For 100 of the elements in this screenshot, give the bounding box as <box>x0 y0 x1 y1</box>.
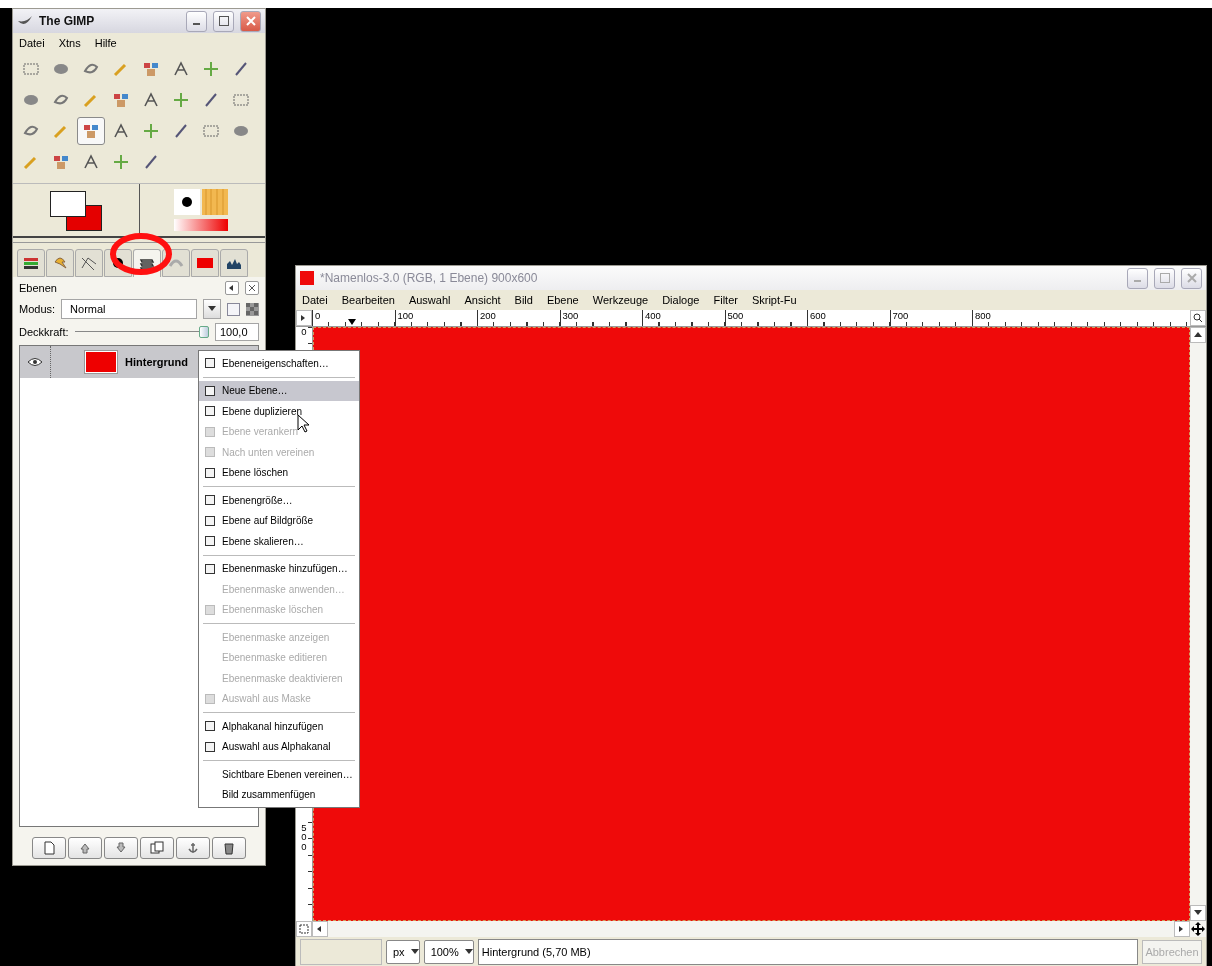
menu-item-icon <box>204 446 216 459</box>
close-button[interactable] <box>240 10 261 32</box>
menu-item[interactable]: Alphakanal hinzufügen <box>199 716 359 737</box>
left-arrow-icon <box>228 285 236 291</box>
menu-item[interactable]: Ebenenmaske hinzufügen… <box>199 558 359 579</box>
panel-menu-button[interactable] <box>225 281 239 295</box>
tool-icon <box>171 90 191 110</box>
move-icon[interactable] <box>1190 921 1206 937</box>
color-swatches[interactable] <box>47 189 104 231</box>
mode-dropdown[interactable]: Normal <box>61 299 197 319</box>
layer-name: Hintergrund <box>125 356 188 368</box>
menu-item[interactable]: Auswahl aus Alphakanal <box>199 736 359 757</box>
menu-item-icon <box>204 535 216 548</box>
menu-item[interactable]: Hilfe <box>94 37 117 49</box>
window-title: The GIMP <box>39 14 96 28</box>
menu-item[interactable]: Bild zusammenfügen <box>199 784 359 805</box>
maximize-button[interactable] <box>213 10 234 32</box>
ruler-label: 400 <box>642 310 725 326</box>
menu-item[interactable]: Ebene <box>546 294 579 306</box>
maximize-icon <box>218 16 229 26</box>
layer-action-icon <box>114 841 128 855</box>
down-arrow-icon <box>1194 910 1202 916</box>
quick-mask-button[interactable] <box>296 310 312 326</box>
minimize-button[interactable] <box>186 10 207 32</box>
close-icon <box>245 16 256 26</box>
menu-item-icon <box>204 494 216 507</box>
close-icon <box>1186 273 1197 283</box>
menu-item[interactable]: Datei <box>19 37 45 49</box>
close-button[interactable] <box>1181 267 1202 289</box>
ruler-label: 0 <box>300 327 308 337</box>
layer-action-button[interactable] <box>68 837 102 859</box>
menu-item-icon <box>204 720 216 733</box>
checkerboard-icon <box>246 302 259 316</box>
opacity-slider-thumb[interactable] <box>199 326 209 338</box>
eye-icon[interactable] <box>28 358 42 366</box>
menu-item-icon <box>204 603 216 616</box>
ruler-label: 600 <box>807 310 890 326</box>
scroll-right-button[interactable] <box>1174 921 1190 937</box>
menu-item[interactable]: Dialoge <box>662 294 700 306</box>
brush-pattern-gradient-preview[interactable] <box>174 189 231 231</box>
left-arrow-icon <box>316 926 324 932</box>
layer-action-button[interactable] <box>176 837 210 859</box>
opacity-field[interactable]: 100,0 <box>215 323 259 341</box>
scroll-down-button[interactable] <box>1190 905 1206 921</box>
menu-item[interactable]: Filter <box>713 294 738 306</box>
scroll-left-button[interactable] <box>312 921 328 937</box>
layer-action-icon <box>42 841 56 855</box>
wilber-icon <box>17 15 33 27</box>
pointer-marker-icon <box>348 319 356 325</box>
tool-icon <box>111 152 131 172</box>
menu-item[interactable]: Skript-Fu <box>751 294 797 306</box>
layer-action-icon <box>186 841 200 855</box>
layer-action-button[interactable] <box>32 837 66 859</box>
ruler-label: 100 <box>394 310 477 326</box>
menu-item[interactable]: Bild <box>514 294 533 306</box>
layer-action-icon <box>78 841 92 855</box>
ruler-label: 500 <box>300 822 308 851</box>
menu-item-icon <box>204 405 216 418</box>
lock-checkbox[interactable] <box>227 302 240 316</box>
menu-item[interactable]: Auswahl <box>408 294 451 306</box>
unit-dropdown[interactable]: px <box>386 940 420 964</box>
menu-item-icon <box>204 384 216 397</box>
magnifier-icon <box>1193 313 1203 323</box>
menu-item-icon <box>204 466 216 479</box>
caret-icon <box>208 306 216 312</box>
tool-button[interactable] <box>77 117 105 145</box>
close-panel-button[interactable] <box>245 281 259 295</box>
zoom-button[interactable] <box>1190 310 1206 326</box>
menu-item[interactable]: Ebenengröße… <box>199 490 359 511</box>
menu-item[interactable]: Ansicht <box>464 294 501 306</box>
ruler-label: 300 <box>559 310 642 326</box>
menu-item-icon <box>204 692 216 705</box>
mode-label: Modus: <box>19 303 56 315</box>
scroll-up-button[interactable] <box>1190 327 1206 343</box>
menu-item[interactable]: Ebene löschen <box>199 462 359 483</box>
panel-title: Ebenen <box>19 282 57 294</box>
layer-action-button[interactable] <box>212 837 246 859</box>
menu-item-icon <box>204 514 216 527</box>
dock-tab[interactable] <box>17 249 45 277</box>
menu-item-icon <box>204 425 216 438</box>
dock-tab[interactable] <box>75 249 103 277</box>
opacity-label: Deckkraft: <box>19 326 69 338</box>
menu-item[interactable]: Bearbeiten <box>341 294 395 306</box>
layer-action-button[interactable] <box>104 837 138 859</box>
tool-icon <box>201 59 221 79</box>
dropdown-button[interactable] <box>203 299 221 319</box>
menu-item[interactable]: Datei <box>302 294 328 306</box>
dock-tab[interactable] <box>220 249 248 277</box>
ruler-label: 800 <box>972 310 1055 326</box>
menu-item[interactable]: Werkzeuge <box>592 294 649 306</box>
menu-item[interactable]: Xtns <box>58 37 81 49</box>
close-icon <box>248 284 256 292</box>
zoom-dropdown[interactable]: 100% <box>423 940 474 964</box>
menu-item[interactable]: Sichtbare Ebenen vereinen… <box>199 764 359 785</box>
menu-item[interactable]: Ebene duplizieren <box>199 401 359 422</box>
menu-item[interactable]: Ebene auf Bildgröße <box>199 510 359 531</box>
menu-item[interactable]: Ebene skalieren… <box>199 531 359 552</box>
menu-item[interactable]: Neue Ebene… <box>199 380 359 401</box>
layer-action-button[interactable] <box>140 837 174 859</box>
navigate-icon <box>299 924 309 934</box>
